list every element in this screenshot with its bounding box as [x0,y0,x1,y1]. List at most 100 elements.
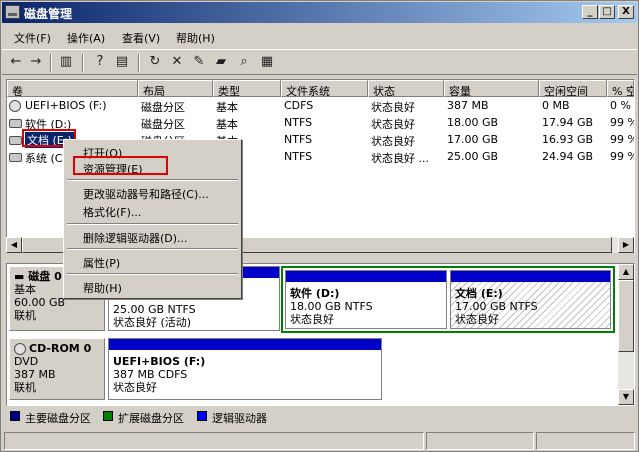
partition-e[interactable]: 文档 (E:) 17.00 GB NTFS 状态良好 [450,270,611,329]
menu-help[interactable]: 帮助(H) [176,30,215,46]
table-row[interactable]: 软件 (D:) 磁盘分区 基本 NTFS 状态良好 18.00 GB 17.94… [7,114,634,131]
cell-status: 状态良好 [371,118,415,131]
cell-layout: 磁盘分区 [141,101,185,114]
cdrom-0-label[interactable]: CD-ROM 0 DVD 387 MB 联机 [9,338,105,400]
disk-icon: ▬ [14,270,25,283]
disk-management-icon [5,5,20,19]
table-row[interactable]: UEFI+BIOS (F:) 磁盘分区 基本 CDFS 状态良好 387 MB … [7,97,634,114]
menu-item-delete-logical-drive[interactable]: 删除逻辑驱动器(D)... [83,230,188,246]
search-icon[interactable]: ⌕ [236,54,252,70]
partition-bar [451,271,610,282]
scroll-left-icon[interactable]: ◀ [6,237,22,253]
col-free[interactable]: 空闲空间 [539,80,607,97]
partition-f[interactable]: UEFI+BIOS (F:) 387 MB CDFS 状态良好 [108,338,382,400]
disk-type: DVD [14,355,39,368]
minimize-button[interactable]: _ [582,5,598,19]
toolbar-separator [82,54,84,72]
cell-status: 状态良好 [371,101,415,114]
legend-logical-swatch [197,411,207,421]
legend-extended-swatch [103,411,113,421]
menu-separator [67,223,238,225]
maximize-button[interactable]: □ [599,5,615,19]
menu-view[interactable]: 查看(V) [122,30,160,46]
help-icon[interactable]: ? [92,54,108,70]
cell-filesystem: NTFS [284,150,313,163]
back-icon[interactable]: ← [8,54,24,70]
cell-free: 16.93 GB [542,133,594,146]
cell-type: 基本 [216,101,238,114]
scroll-right-icon[interactable]: ▶ [618,237,634,253]
cell-capacity: 17.00 GB [447,133,499,146]
disk-name: CD-ROM 0 [29,342,92,355]
status-pane [4,432,424,450]
menu-action[interactable]: 操作(A) [67,30,105,46]
cell-free: 0 MB [542,99,570,112]
open-icon[interactable]: ▰ [213,54,229,70]
window-title: 磁盘管理 [24,7,73,21]
scroll-down-icon[interactable]: ▼ [618,389,634,405]
settings-icon[interactable]: ✎ [191,54,207,70]
cell-layout: 磁盘分区 [141,118,185,131]
legend-primary-swatch [10,411,20,421]
volume-list-header: 卷 布局 类型 文件系统 状态 容量 空闲空间 % 空 [7,80,634,97]
menu-item-properties[interactable]: 属性(P) [83,255,120,271]
legend-logical-label: 逻辑驱动器 [212,412,267,425]
toolbar: ← → ▥ ? ▤ ↻ ✕ ✎ ▰ ⌕ ▦ [2,49,637,75]
legend-extended-label: 扩展磁盘分区 [118,412,184,425]
col-capacity[interactable]: 容量 [444,80,539,97]
legend: 主要磁盘分区 扩展磁盘分区 逻辑驱动器 [6,408,635,426]
menu-item-help[interactable]: 帮助(H) [83,280,122,296]
legend-primary-label: 主要磁盘分区 [25,412,91,425]
cell-percent: 0 % [610,99,631,112]
partition-size: 387 MB CDFS [113,368,188,381]
vertical-scrollbar[interactable]: ▲ ▼ [618,264,634,405]
toolbar-separator [50,54,52,72]
rescan-icon[interactable]: ▦ [259,54,275,70]
partition-name: UEFI+BIOS (F:) [113,355,206,368]
partition-d[interactable]: 软件 (D:) 18.00 GB NTFS 状态良好 [285,270,447,329]
cell-type: 基本 [216,118,238,131]
partition-size: 18.00 GB NTFS [290,300,373,313]
col-layout[interactable]: 布局 [138,80,213,97]
partition-bar [109,339,381,350]
highlight-explore-item [73,156,168,175]
cell-capacity: 18.00 GB [447,116,499,129]
col-type[interactable]: 类型 [213,80,281,97]
show-hide-icon[interactable]: ▥ [58,54,74,70]
status-pane [426,432,534,450]
partition-name: 文档 (E:) [455,287,503,300]
disk-name: 磁盘 0 [28,270,62,283]
cell-percent: 99 % [610,133,634,146]
menu-item-change-drive-letter[interactable]: 更改驱动器号和路径(C)... [83,186,209,202]
cell-status: 状态良好 [371,135,415,148]
col-percent-free[interactable]: % 空 [607,80,634,97]
menu-separator [67,248,238,250]
drive-volume-icon [9,150,25,163]
forward-icon[interactable]: → [28,54,44,70]
col-status[interactable]: 状态 [368,80,444,97]
disk-status: 联机 [14,381,36,394]
menu-file[interactable]: 文件(F) [14,30,51,46]
cell-filesystem: NTFS [284,116,313,129]
cell-volume: 系统 (C [25,152,63,165]
partition-size: 17.00 GB NTFS [455,300,538,313]
cell-filesystem: CDFS [284,99,314,112]
cell-free: 17.94 GB [542,116,594,129]
refresh-icon[interactable]: ↻ [147,54,163,70]
col-volume[interactable]: 卷 [7,80,138,97]
close-button[interactable]: X [618,5,634,19]
menu-separator [67,273,238,275]
partition-bar [286,271,446,282]
cell-status: 状态良好 ... [371,152,429,165]
scroll-thumb[interactable] [618,280,634,352]
col-filesystem[interactable]: 文件系统 [281,80,368,97]
partition-size: 25.00 GB NTFS [113,303,196,316]
cell-percent: 99 % [610,150,634,163]
scroll-up-icon[interactable]: ▲ [618,264,634,280]
delete-icon[interactable]: ✕ [169,54,185,70]
properties-icon[interactable]: ▤ [114,54,130,70]
menu-separator [67,179,238,181]
partition-status: 状态良好 [113,381,157,394]
menu-item-format[interactable]: 格式化(F)... [83,204,141,220]
partition-status: 状态良好 [455,313,499,326]
